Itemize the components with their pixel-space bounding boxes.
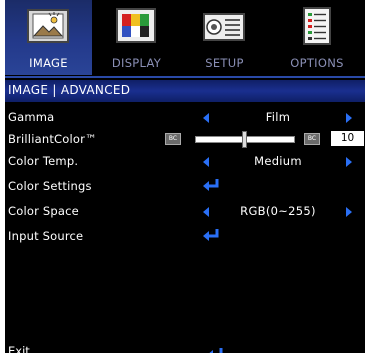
tab-setup[interactable]: SETUP xyxy=(181,0,268,75)
enter-icon[interactable] xyxy=(206,347,224,353)
color-temp-label: Color Temp. xyxy=(8,154,79,168)
menu-row-input-source[interactable]: Input Source xyxy=(5,225,365,247)
tab-display-label: DISPLAY xyxy=(111,56,162,70)
arrow-left-icon[interactable] xyxy=(203,207,209,217)
tab-setup-label: SETUP xyxy=(205,56,244,70)
gamma-label: Gamma xyxy=(8,110,55,124)
enter-icon[interactable] xyxy=(202,228,220,242)
menu-row-color-temp[interactable]: Color Temp. Medium xyxy=(5,150,365,172)
osd-menu: IMAGE DISPLAY SETUP OPTIONS IMAGE | ADVA… xyxy=(5,0,365,353)
bc-max-icon: BC xyxy=(304,133,320,145)
tab-display[interactable]: DISPLAY xyxy=(93,0,180,75)
tab-image-label: IMAGE xyxy=(29,56,68,70)
page-title: IMAGE | ADVANCED xyxy=(8,83,131,97)
arrow-right-icon[interactable] xyxy=(346,207,352,217)
menu-row-color-settings[interactable]: Color Settings xyxy=(5,175,365,197)
gamma-value: Film xyxy=(265,110,291,124)
tab-options-label: OPTIONS xyxy=(290,56,344,70)
tab-options[interactable]: OPTIONS xyxy=(269,0,365,75)
bc-min-icon: BC xyxy=(165,133,181,145)
menu-row-brilliantcolor[interactable]: BrilliantColor™ BC BC 10 xyxy=(5,128,365,150)
options-list-icon xyxy=(303,7,331,45)
input-source-label: Input Source xyxy=(8,229,84,243)
tab-strip: IMAGE DISPLAY SETUP OPTIONS xyxy=(5,0,365,75)
display-icon xyxy=(116,8,156,43)
enter-icon[interactable] xyxy=(202,178,220,192)
color-settings-label: Color Settings xyxy=(8,179,92,193)
menu-row-gamma[interactable]: Gamma Film xyxy=(5,106,365,128)
brilliantcolor-label: BrilliantColor™ xyxy=(8,132,97,146)
color-temp-value: Medium xyxy=(254,154,302,168)
arrow-left-icon[interactable] xyxy=(203,157,209,167)
color-space-label: Color Space xyxy=(8,204,79,218)
image-icon xyxy=(27,9,69,43)
menu-row-color-space[interactable]: Color Space RGB(0~255) xyxy=(5,200,365,222)
tab-image[interactable]: IMAGE xyxy=(5,0,92,75)
color-space-value: RGB(0~255) xyxy=(240,204,316,218)
arrow-right-icon[interactable] xyxy=(346,113,352,123)
projector-icon xyxy=(203,13,245,41)
exit-label[interactable]: Exit xyxy=(8,344,30,353)
brilliantcolor-value: 10 xyxy=(331,131,364,146)
section-header: IMAGE | ADVANCED xyxy=(5,80,365,102)
arrow-right-icon[interactable] xyxy=(346,157,352,167)
arrow-left-icon[interactable] xyxy=(203,113,209,123)
slider-thumb[interactable] xyxy=(242,131,247,148)
divider xyxy=(5,76,365,78)
